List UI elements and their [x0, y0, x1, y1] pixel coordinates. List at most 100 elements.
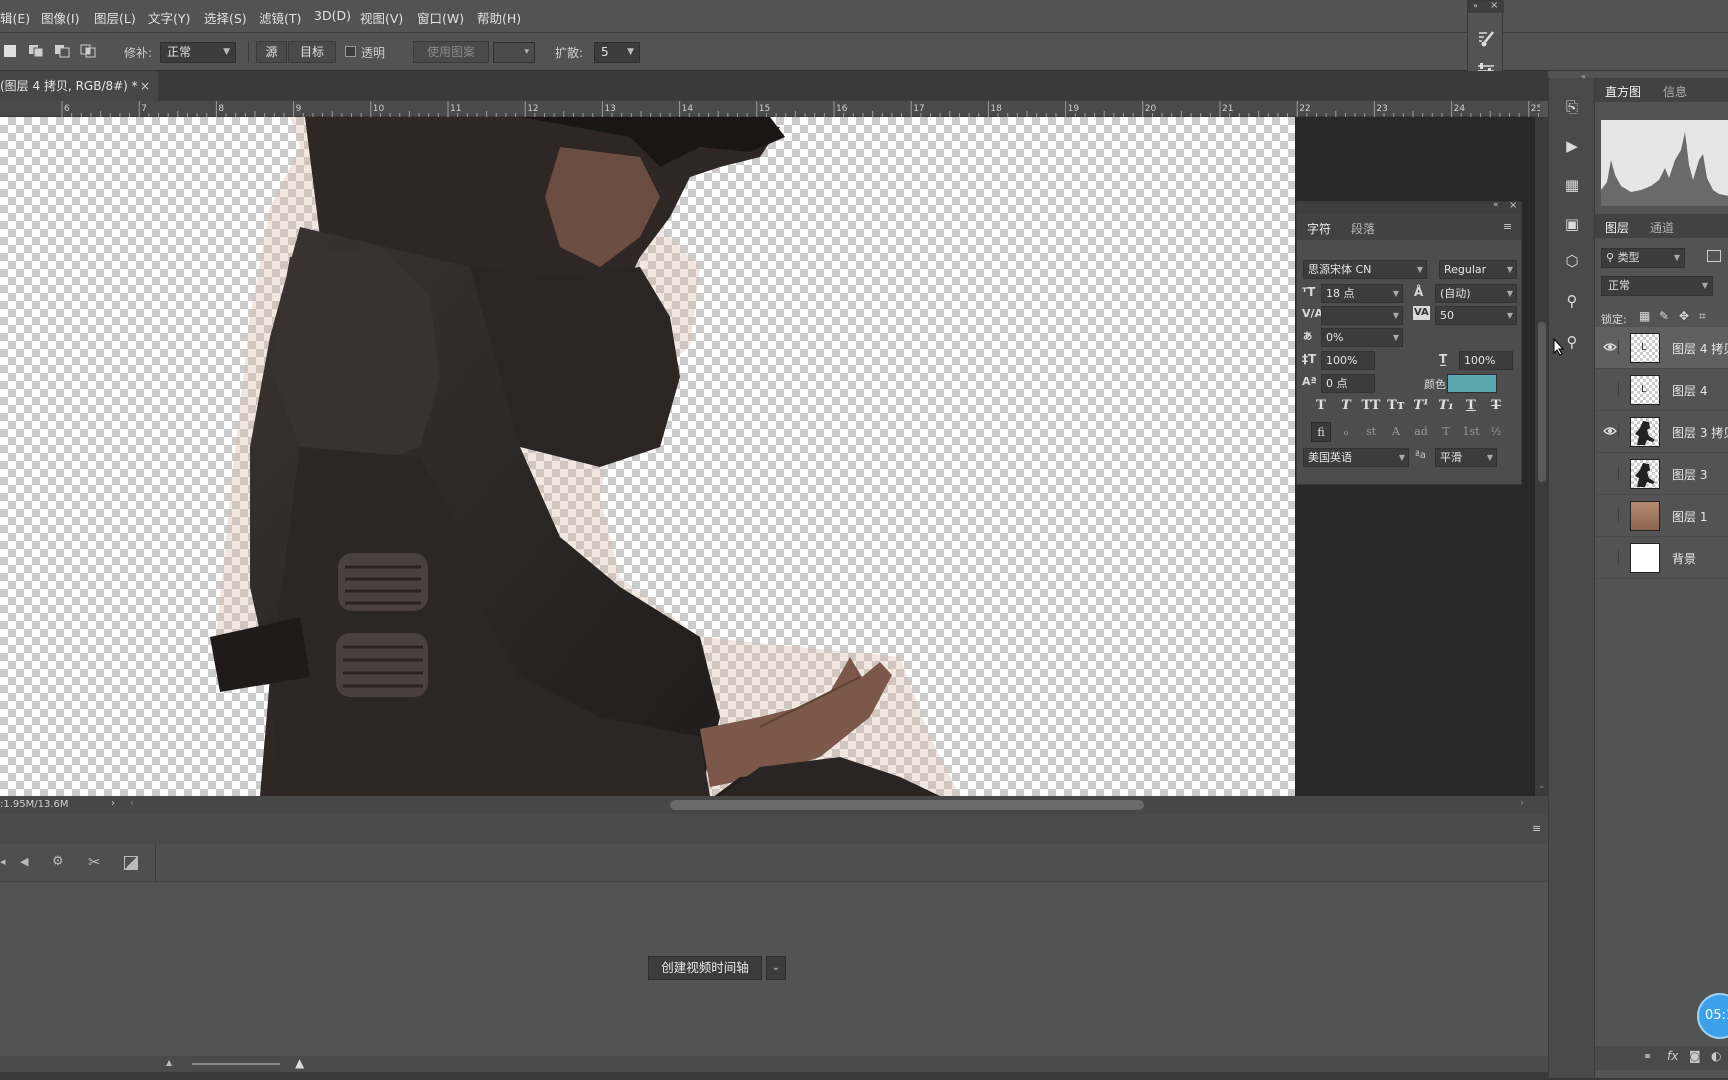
layer-row[interactable]: L 图层 4 拷贝 [1595, 327, 1728, 369]
tab-info[interactable]: 信息 [1663, 83, 1687, 100]
close-icon[interactable]: × [1509, 200, 1517, 211]
scissors-icon[interactable]: ✂ [88, 853, 101, 871]
diffuse-select[interactable]: 5 ▼ [594, 42, 640, 63]
transition-icon[interactable] [124, 856, 138, 870]
clone-source-icon[interactable]: ⚲ [1561, 290, 1583, 312]
layer-row[interactable]: 图层 3 拷贝 [1595, 411, 1728, 453]
document-canvas[interactable] [0, 117, 1295, 796]
use-pattern-button[interactable]: 使用图案 [413, 41, 489, 63]
type-style-button[interactable]: TT [1361, 396, 1381, 416]
pattern-picker[interactable]: ▾ [493, 42, 535, 63]
menu-layer[interactable]: 图层(L) [94, 8, 136, 27]
layer-row[interactable]: 图层 1 [1595, 495, 1728, 537]
menu-select[interactable]: 选择(S) [204, 8, 247, 27]
lock-artboard-icon[interactable]: ⌗ [1699, 309, 1706, 324]
add-selection-icon[interactable] [28, 44, 44, 58]
text-color-swatch[interactable] [1447, 374, 1497, 393]
actions-play-icon[interactable]: ▶ [1561, 135, 1583, 157]
type-style-button[interactable]: T₁ [1436, 396, 1456, 416]
document-tab[interactable]: (图层 4 拷贝, RGB/8#) * × [0, 71, 158, 101]
link-icon[interactable]: ⚭ [1643, 1050, 1652, 1063]
timeline-mode-dropdown[interactable]: ⌄ [766, 956, 786, 980]
fx-icon[interactable]: fx [1667, 1049, 1678, 1063]
image-filter-icon[interactable] [1707, 250, 1721, 262]
menu-help[interactable]: 帮助(H) [477, 8, 521, 27]
language-select[interactable]: 美国英语 ▼ [1303, 448, 1409, 467]
vertical-scale-field[interactable]: 100% [1321, 351, 1375, 370]
type-style-button[interactable]: T¹ [1411, 396, 1431, 416]
layer-row[interactable]: 图层 3 [1595, 453, 1728, 495]
layer-visibility-eye-icon[interactable] [1603, 340, 1619, 354]
history-icon[interactable]: ⎘ [1561, 96, 1583, 118]
mask-icon[interactable]: ◙ [1689, 1049, 1701, 1063]
target-button[interactable]: 目标 [288, 41, 336, 63]
source-button[interactable]: 源 [256, 41, 287, 63]
timeline-menu-icon[interactable]: ≡ [1532, 822, 1541, 835]
menu-view[interactable]: 视图(V) [360, 8, 403, 27]
tab-paragraph[interactable]: 段落 [1351, 220, 1375, 237]
tab-channels[interactable]: 通道 [1650, 219, 1674, 236]
patch-mode-select[interactable]: 正常 ▼ [160, 42, 236, 63]
horizontal-scroll-thumb[interactable] [670, 800, 1144, 810]
opentype-button[interactable]: T [1436, 422, 1456, 442]
scroll-right-icon[interactable]: › [1520, 798, 1524, 809]
step-back-icon[interactable]: ◂ [0, 855, 6, 868]
layer-visibility-eye-icon[interactable] [1603, 508, 1619, 522]
opentype-button[interactable]: A [1386, 422, 1406, 442]
menu-type[interactable]: 文字(Y) [148, 8, 190, 27]
scroll-down-icon[interactable]: ⌄ [1538, 781, 1546, 791]
zoom-out-icon[interactable]: ▲ [166, 1058, 172, 1067]
new-selection-icon[interactable] [4, 45, 16, 57]
layer-row[interactable]: 背景 [1595, 537, 1728, 579]
font-size-field[interactable]: 18 点 ▼ [1321, 284, 1403, 303]
collapse-icon[interactable]: « [1493, 200, 1499, 210]
tab-histogram[interactable]: 直方图 [1605, 83, 1641, 100]
menu-3d[interactable]: 3D(D) [314, 8, 351, 23]
font-family-select[interactable]: 思源宋体 CN ▼ [1303, 260, 1427, 279]
layer-visibility-eye-icon[interactable] [1603, 466, 1619, 480]
brush-settings-icon[interactable] [1476, 29, 1496, 49]
collapse-icon[interactable]: « [1581, 72, 1586, 81]
create-video-timeline-button[interactable]: 创建视频时间轴 [648, 956, 762, 980]
blend-mode-select[interactable]: 正常 ▼ [1601, 276, 1713, 296]
opentype-button[interactable]: 1st [1461, 422, 1481, 442]
opentype-button[interactable]: st [1361, 422, 1381, 442]
layer-visibility-eye-icon[interactable] [1603, 550, 1619, 564]
opentype-button[interactable]: ad [1411, 422, 1431, 442]
tab-close-icon[interactable]: × [140, 71, 150, 101]
opentype-button[interactable]: fi [1311, 422, 1331, 442]
layer-visibility-eye-icon[interactable] [1603, 424, 1619, 438]
transparent-checkbox[interactable] [345, 46, 356, 57]
type-style-button[interactable]: T [1461, 396, 1481, 416]
opentype-button[interactable]: ℴ [1336, 422, 1356, 442]
lock-pixels-icon[interactable]: ▦ [1639, 309, 1650, 323]
leading-field[interactable]: (自动) ▼ [1435, 284, 1517, 303]
antialias-select[interactable]: 平滑 ▼ [1435, 448, 1497, 467]
zoom-in-icon[interactable]: ▲ [295, 1056, 304, 1070]
zoom-slider[interactable] [192, 1063, 280, 1065]
tab-character[interactable]: 字符 [1307, 220, 1331, 237]
close-icon[interactable]: × [1490, 0, 1498, 11]
type-style-button[interactable]: T [1311, 396, 1331, 416]
layer-row[interactable]: L 图层 4 [1595, 369, 1728, 411]
kerning-field[interactable]: ▼ [1321, 306, 1403, 325]
3d-cube-icon[interactable]: ⬡ [1561, 250, 1583, 272]
status-arrow-icon[interactable]: › [111, 798, 115, 809]
tab-layers[interactable]: 图层 [1605, 219, 1629, 236]
play-back-icon[interactable]: ◀ [20, 855, 28, 868]
tsume-field[interactable]: 0% ▼ [1321, 328, 1403, 347]
menu-window[interactable]: 窗口(W) [417, 8, 464, 27]
tracking-field[interactable]: 50 ▼ [1435, 306, 1517, 325]
menu-edit[interactable]: 辑(E) [0, 8, 30, 27]
adjustment-layer-icon[interactable]: ◐ [1711, 1049, 1721, 1063]
vertical-scroll-thumb[interactable] [1538, 322, 1546, 482]
type-style-button[interactable]: T [1486, 396, 1506, 416]
baseline-shift-field[interactable]: 0 点 [1321, 374, 1375, 393]
layer-filter-select[interactable]: ⚲ 类型 ▼ [1601, 248, 1685, 268]
settings-gear-icon[interactable]: ⚙ [52, 854, 64, 869]
type-style-button[interactable]: Tт [1386, 396, 1406, 416]
type-style-button[interactable]: T [1336, 396, 1356, 416]
horizontal-scale-field[interactable]: 100% [1459, 351, 1513, 370]
lock-position-icon[interactable]: ✥ [1679, 309, 1689, 323]
vertical-scrollbar[interactable]: ⌄ [1535, 117, 1549, 796]
